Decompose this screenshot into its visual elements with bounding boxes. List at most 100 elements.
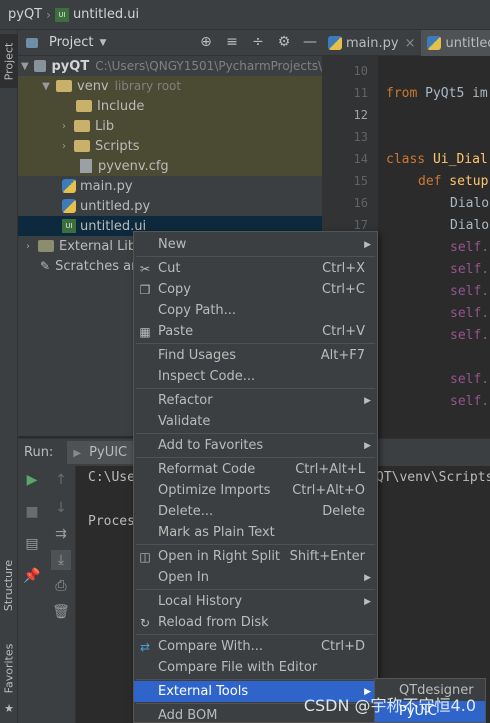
menu-item-open-in-right-split[interactable]: ◫ Open in Right Split Shift+Enter [134,546,377,567]
menu-item-shortcut: Ctrl+C [321,282,365,297]
project-view-icon [26,37,38,48]
menu-item-local-history[interactable]: Local History ▶ [134,591,377,612]
menu-item-delete[interactable]: Delete... Delete [134,501,377,522]
menu-item-reload-from-disk[interactable]: ↻ Reload from Disk [134,612,377,633]
folder-icon [56,80,72,92]
structure-tab-label: Structure [2,559,16,611]
code-line-14: class Ui_Dial [386,152,488,167]
menu-separator [136,343,375,344]
submenu-arrow-icon: ▶ [364,239,371,250]
code-editor[interactable]: from PyQt5 im class Ui_Dial def setup Di… [378,56,490,436]
folder-icon [33,60,47,72]
rerun-icon[interactable]: ▶ [22,470,42,490]
chevron-right-icon[interactable]: › [22,241,34,252]
menu-item-shortcut: Ctrl+Alt+L [295,462,365,477]
menu-item-optimize-imports[interactable]: Optimize Imports Ctrl+Alt+O [134,480,377,501]
console-line-tail: QT\venv\Scripts [376,470,490,485]
project-tool-tab[interactable]: Project [0,34,18,88]
menu-item-label: Reload from Disk [158,615,269,630]
menu-item-cut[interactable]: ✂ Cut Ctrl+X [134,258,377,279]
locate-icon[interactable]: ⊕ [198,34,214,50]
python-file-icon [62,179,76,193]
menu-item-add-to-favorites[interactable]: Add to Favorites ▶ [134,435,377,456]
reload-icon: ↻ [139,615,151,630]
menu-item-open-in[interactable]: Open In ▶ [134,567,377,588]
tree-item-main-py[interactable]: main.py [18,176,322,196]
soft-wrap-icon[interactable]: ⇉ [51,524,71,544]
menu-item-refactor[interactable]: Refactor ▶ [134,390,377,411]
scroll-to-end-icon[interactable]: ⤓ [51,550,71,570]
trash-icon[interactable]: 🗑 [51,602,71,622]
code-line: self. [450,394,490,409]
menu-item-label: Inspect Code... [158,369,256,384]
menu-separator [136,457,375,458]
watermark: CSDN @宇称不守恒4.0 [303,696,476,715]
chevron-down-icon[interactable]: ▼ [99,38,106,48]
code-line-15: def setup [418,174,488,189]
menu-item-inspect-code[interactable]: Inspect Code... [134,366,377,387]
menu-item-mark-as-plain-text[interactable]: Mark as Plain Text [134,522,377,543]
menu-item-shortcut: Delete [322,504,365,519]
arrow-down-icon[interactable]: ↓ [51,498,71,518]
menu-item-new[interactable]: New ▶ [134,234,377,255]
breadcrumb-file[interactable]: untitled.ui [73,7,139,22]
tree-item-pyvenv[interactable]: pyvenv.cfg [18,156,322,176]
menu-item-label: Find Usages [158,348,237,363]
project-tab-label: Project [2,42,16,80]
tree-item-label: External Libr [59,238,142,254]
menu-item-label: New [158,237,187,252]
tree-item-lib[interactable]: › Lib [18,116,322,136]
run-tab-pyuic[interactable]: ▶ PyUIC [67,441,134,464]
layout-icon[interactable]: ▤ [22,534,42,554]
menu-item-paste[interactable]: ▦ Paste Ctrl+V [134,321,377,342]
menu-item-label: Compare File with Editor [158,660,318,675]
tree-item-venv[interactable]: ▼ venv library root [18,76,322,96]
menu-item-copy[interactable]: ❐ Copy Ctrl+C [134,279,377,300]
menu-item-compare-with[interactable]: ⇄ Compare With... Ctrl+D [134,636,377,657]
tree-item-detail: library root [114,79,182,93]
menu-item-copy-path[interactable]: Copy Path... [134,300,377,321]
favorites-tool-tab[interactable]: Favorites [0,633,18,703]
menu-item-label: External Tools [158,684,249,699]
project-panel-title[interactable]: Project [49,35,93,50]
python-file-icon [427,36,442,50]
menu-item-validate[interactable]: Validate [134,411,377,432]
gear-icon[interactable]: ⚙ [276,34,292,50]
editor-tab-main-py[interactable]: main.py × [322,30,421,56]
code-keyword: from [386,86,418,101]
minimize-icon[interactable]: — [302,34,318,50]
menu-item-label: Paste [158,324,194,339]
tree-item-label: pyvenv.cfg [98,158,169,174]
run-toolbar: ▶ ■ ▤ 📌 [18,466,46,723]
tree-item-include[interactable]: Include [18,96,322,116]
tree-item-untitled-py[interactable]: untitled.py [18,196,322,216]
tree-item-label: untitled.py [80,198,151,214]
structure-tool-tab[interactable]: Structure [0,550,18,620]
menu-item-shortcut: Ctrl+X [322,261,365,276]
chevron-down-icon[interactable]: ▼ [20,61,30,72]
menu-item-reformat-code[interactable]: Reformat Code Ctrl+Alt+L [134,459,377,480]
menu-item-compare-file-with-editor[interactable]: Compare File with Editor [134,657,377,678]
pin-icon[interactable]: 📌 [22,566,42,586]
expand-all-icon[interactable]: ≡ [224,34,240,50]
code-line: Dialo [450,196,490,211]
tree-item-scripts[interactable]: › Scripts [18,136,322,156]
split-icon: ◫ [139,549,151,564]
folder-icon [74,140,90,152]
print-icon[interactable]: ⎙ [51,576,71,596]
close-icon[interactable]: × [405,36,416,51]
menu-separator [136,679,375,680]
tree-item-label: Lib [95,118,115,134]
chevron-down-icon[interactable]: ▼ [40,81,52,92]
breadcrumb-project[interactable]: pyQT [8,7,42,22]
arrow-up-icon[interactable]: ↑ [51,470,71,490]
menu-item-label: Open in Right Split [158,549,281,564]
collapse-all-icon[interactable]: ÷ [250,34,266,50]
chevron-right-icon[interactable]: › [58,141,70,152]
stop-icon[interactable]: ■ [22,502,42,522]
tree-item-pyqt[interactable]: ▼ pyQT C:\Users\QNGY1501\PycharmProjects… [18,56,322,76]
folder-icon [74,120,90,132]
chevron-right-icon[interactable]: › [58,121,70,132]
menu-item-find-usages[interactable]: Find Usages Alt+F7 [134,345,377,366]
editor-tab-untitled[interactable]: untitled. [421,30,490,56]
